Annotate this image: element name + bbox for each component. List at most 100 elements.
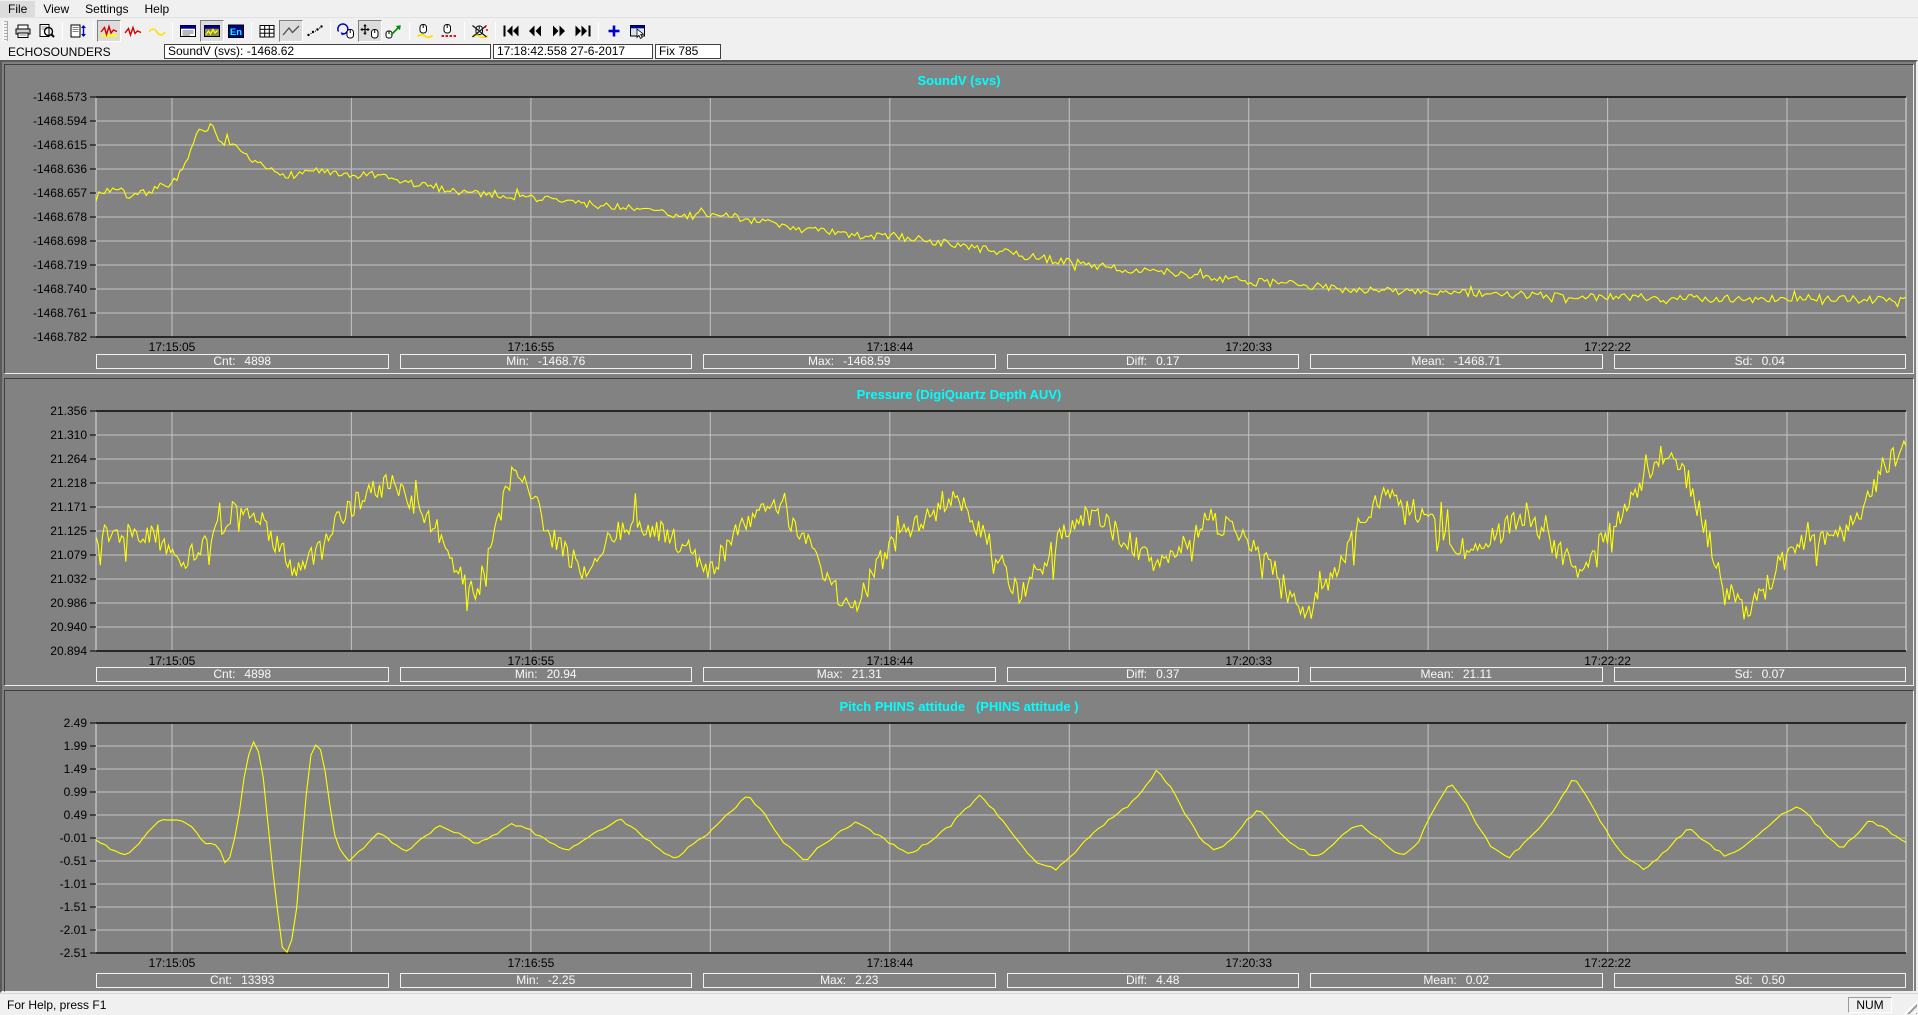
- stat-value: 0.02: [1466, 974, 1489, 987]
- num-lock-indicator: NUM: [1848, 997, 1892, 1013]
- mouse-pan-icon: [360, 23, 380, 39]
- toolbar-button-text-view[interactable]: [176, 20, 200, 42]
- toolbar-button-engineering-units[interactable]: En: [224, 20, 248, 42]
- en-badge-icon: En: [226, 23, 246, 39]
- toolbar-separator: [172, 22, 173, 40]
- toolbar-separator: [251, 22, 252, 40]
- y-tick-label: -1468.657: [33, 186, 87, 200]
- doclist-icon: [68, 23, 88, 39]
- toolbar-button-go-next[interactable]: [547, 20, 571, 42]
- menu-view[interactable]: View: [35, 1, 77, 17]
- x-tick-label: 17:18:44: [866, 956, 913, 970]
- y-tick-label: -1.51: [60, 900, 88, 914]
- svg-text:Pitch PHINS attitude (PHINS: Pitch PHINS attitude (PHINS attitude ): [839, 699, 1078, 714]
- mouse-off-icon: [470, 23, 490, 39]
- toolbar-grip-handle[interactable]: [3, 21, 8, 41]
- stat-box-cnt: Cnt:13393: [96, 973, 389, 988]
- toolbar-button-mouse-off[interactable]: [468, 20, 492, 42]
- pressure-chart-plot[interactable]: Pressure (DigiQuartz Depth AUV)21.35621.…: [5, 379, 1913, 667]
- print-icon: [13, 23, 33, 39]
- plus-icon: [604, 23, 624, 39]
- y-tick-label: -2.51: [60, 946, 88, 960]
- x-tick-label: 17:15:05: [149, 956, 196, 970]
- stat-box-diff: Diff: 0.37: [1007, 667, 1300, 682]
- stat-box-min: Min:-1468.76: [400, 354, 693, 369]
- status-bar: For Help, press F1 NUM: [0, 993, 1918, 1015]
- stat-value: 0.37: [1156, 668, 1179, 681]
- stat-label: Sd:: [1735, 355, 1753, 368]
- toolbar-button-go-last[interactable]: [571, 20, 595, 42]
- y-tick-label: -2.01: [60, 923, 88, 937]
- stat-value: 21.31: [852, 668, 882, 681]
- y-tick-label: -1468.761: [33, 306, 87, 320]
- soundv-trace: [96, 124, 1906, 307]
- trace-red-icon: [123, 23, 143, 39]
- trace-red-marked-icon: [99, 23, 119, 39]
- x-tick-label: 17:15:05: [149, 340, 196, 353]
- x-tick-label: 17:20:33: [1225, 340, 1272, 353]
- soundv-chart-plot[interactable]: SoundV (svs)-1468.573-1468.594-1468.615-…: [5, 65, 1913, 353]
- toolbar-button-mark-red[interactable]: [437, 20, 461, 42]
- stat-label: Max:: [820, 974, 846, 987]
- toolbar-button-channel-list[interactable]: [66, 20, 90, 42]
- toolbar-button-print[interactable]: [11, 20, 35, 42]
- window-chart-icon: [202, 23, 222, 39]
- toolbar-button-marked-trace-red[interactable]: [97, 20, 121, 42]
- stat-box-min: Min:20.94: [400, 667, 693, 682]
- toolbar-button-go-first[interactable]: [499, 20, 523, 42]
- stat-box-mean: Mean: 0.02: [1310, 973, 1603, 988]
- stat-box-cnt: Cnt:4898: [96, 667, 389, 682]
- toolbar-button-chart-view[interactable]: [200, 20, 224, 42]
- stat-label: Diff:: [1126, 974, 1147, 987]
- toolbar-separator: [409, 22, 410, 40]
- chart-cursor-icon: [628, 23, 648, 39]
- stat-value: -1468.59: [843, 355, 890, 368]
- toolbar-button-grid-toggle[interactable]: [255, 20, 279, 42]
- menu-file[interactable]: File: [0, 1, 35, 17]
- stat-label: Mean:: [1411, 355, 1444, 368]
- toolbar-button-pan-mode[interactable]: [358, 20, 382, 42]
- y-tick-label: 21.310: [50, 428, 87, 442]
- chart-workspace: SoundV (svs)-1468.573-1468.594-1468.615-…: [0, 60, 1918, 993]
- stat-value: 0.50: [1762, 974, 1785, 987]
- status-message: For Help, press F1: [7, 998, 106, 1012]
- toolbar-button-go-previous[interactable]: [523, 20, 547, 42]
- toolbar-button-chart-properties[interactable]: [626, 20, 650, 42]
- y-tick-label: -1468.636: [33, 162, 87, 176]
- y-tick-label: -1468.698: [33, 234, 87, 248]
- menu-help[interactable]: Help: [137, 1, 178, 17]
- toolbar-button-mark-yellow[interactable]: [413, 20, 437, 42]
- stat-box-max: Max:-1468.59: [703, 354, 996, 369]
- stat-box-sd: Sd:0.04: [1614, 354, 1907, 369]
- toolbar-separator: [93, 22, 94, 40]
- toolbar-button-trace-red[interactable]: [121, 20, 145, 42]
- toolbar-button-trace-yellow[interactable]: [145, 20, 169, 42]
- resize-grip[interactable]: [1902, 999, 1917, 1014]
- mouse-red-icon: [439, 23, 459, 39]
- stat-box-diff: Diff: 4.48: [1007, 973, 1300, 988]
- toolbar-button-line-mode[interactable]: [279, 20, 303, 42]
- toolbar-button-zoom-mode[interactable]: [334, 20, 358, 42]
- x-tick-label: 17:22:22: [1584, 340, 1631, 353]
- toolbar: En: [0, 18, 1918, 44]
- stat-box-max: Max:2.23: [703, 973, 996, 988]
- stat-label: Diff:: [1126, 668, 1147, 681]
- app-window: File View Settings Help En ECHOSOUNDERS …: [0, 0, 1918, 1015]
- toolbar-separator: [330, 22, 331, 40]
- stat-label: Min:: [506, 355, 529, 368]
- info-strip: ECHOSOUNDERS SoundV (svs): -1468.62 17:1…: [0, 44, 1918, 60]
- x-tick-label: 17:20:33: [1225, 956, 1272, 970]
- stat-label: Cnt:: [210, 974, 232, 987]
- stat-box-min: Min:-2.25: [400, 973, 693, 988]
- pitch-chart-plot[interactable]: Pitch PHINS attitude (PHINS attitude )2.…: [5, 691, 1913, 971]
- toolbar-button-print-preview[interactable]: [35, 20, 59, 42]
- toolbar-button-add-channel[interactable]: [602, 20, 626, 42]
- stat-label: Max:: [817, 668, 843, 681]
- toolbar-button-scale-reset[interactable]: [382, 20, 406, 42]
- stat-value: 4.48: [1156, 974, 1179, 987]
- menu-settings[interactable]: Settings: [77, 1, 136, 17]
- y-tick-label: 21.264: [50, 452, 87, 466]
- pressure-stats-row: Cnt:4898Min:20.94Max:21.31Diff:0.37Mean:…: [96, 667, 1906, 682]
- stat-label: Mean:: [1423, 974, 1456, 987]
- toolbar-button-point-mode[interactable]: [303, 20, 327, 42]
